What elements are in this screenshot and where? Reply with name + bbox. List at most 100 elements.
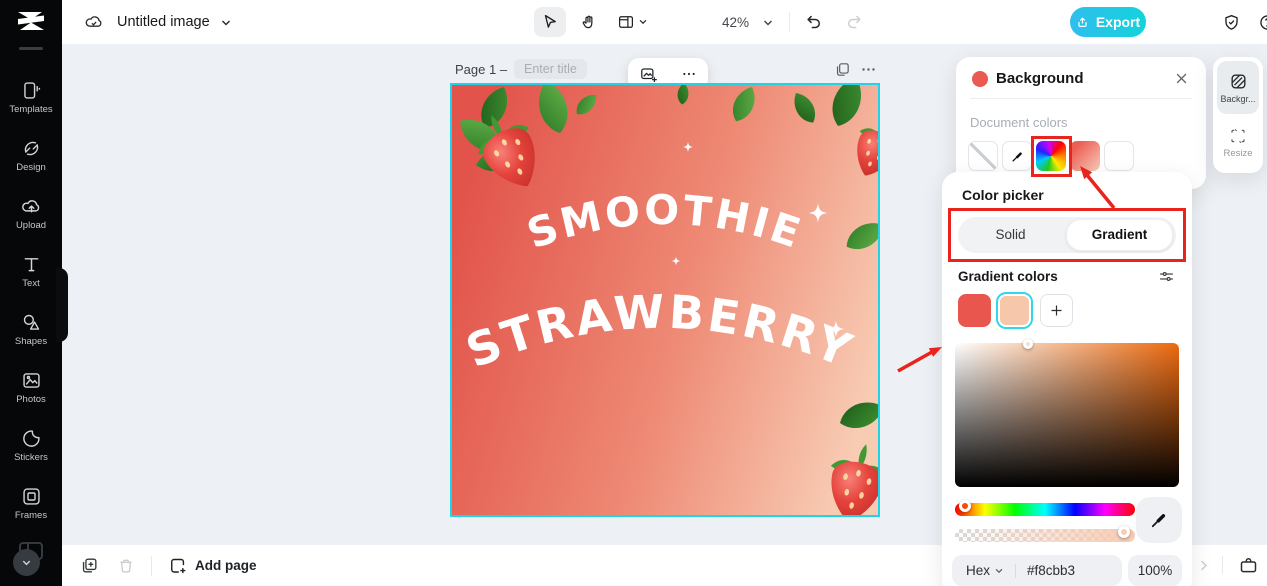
layout-grid-icon [618, 16, 633, 28]
swatch-eyedropper[interactable] [1002, 141, 1032, 171]
panel-divider [970, 98, 1192, 99]
close-icon[interactable] [1174, 71, 1189, 86]
current-color-dot [972, 71, 988, 87]
annotation-arrow-to-swatch [1080, 166, 1116, 210]
document-title[interactable]: Untitled image [117, 14, 210, 30]
title-chevron-down-icon[interactable] [220, 17, 232, 29]
add-page-icon[interactable] [168, 556, 188, 576]
sidebar-item-shapes[interactable]: Shapes [0, 312, 62, 347]
swatch-custom-color[interactable] [1036, 141, 1066, 171]
sidebar-collapse-handle[interactable] [56, 268, 68, 342]
templates-icon [23, 82, 40, 99]
hex-format-label[interactable]: Hex [966, 563, 990, 578]
canvas-page[interactable]: SMOOTHIE STRAWBERRY [450, 83, 880, 517]
eyedropper-icon [1012, 151, 1022, 161]
hue-slider[interactable] [955, 500, 1135, 516]
sidebar-scroll-hint [19, 47, 43, 50]
help-icon[interactable] [1258, 13, 1267, 32]
fill-type-tabs: Solid Gradient [958, 217, 1176, 253]
annotation-arrow-to-gradient-area [897, 347, 942, 373]
swatch-none[interactable] [968, 141, 998, 171]
more-options-icon[interactable] [681, 66, 697, 82]
hue-handle[interactable] [959, 500, 971, 512]
add-image-icon[interactable] [639, 65, 658, 84]
saturation-value-area[interactable] [955, 339, 1179, 487]
gradient-stop-2-selected[interactable] [996, 292, 1033, 329]
document-colors-label: Document colors [970, 115, 1068, 130]
design-icon [24, 141, 38, 156]
present-device-icon[interactable] [1238, 555, 1259, 576]
text-icon [24, 258, 38, 272]
color-picker-popup: Color picker Solid Gradient Gradient col… [942, 172, 1192, 586]
sidebar-item-templates[interactable]: Templates [0, 80, 62, 115]
shield-check-icon[interactable] [1222, 13, 1241, 32]
shapes-icon [23, 314, 39, 330]
upload-icon [21, 200, 39, 213]
duplicate-page-icon[interactable] [80, 556, 99, 575]
hand-tool-button[interactable] [573, 7, 605, 37]
cloud-sync-icon[interactable] [84, 12, 104, 32]
rail-item-background[interactable]: Backgr... [1217, 61, 1259, 114]
resize-icon [1231, 129, 1245, 144]
sidebar-item-photos[interactable]: Photos [0, 370, 62, 405]
sidebar-item-upload[interactable]: Upload [0, 196, 62, 231]
background-panel-title: Background [996, 70, 1084, 87]
delete-page-icon[interactable] [117, 557, 135, 575]
layout-tool-button[interactable] [611, 7, 653, 37]
gradient-settings-icon[interactable] [1158, 268, 1175, 285]
next-page-chevron-icon[interactable] [1196, 558, 1211, 573]
bottom-right-divider [1222, 556, 1223, 574]
app-window: Untitled image 42% Export Templates Desi… [0, 0, 1267, 586]
page-more-icon[interactable] [860, 61, 877, 78]
page-title-input[interactable]: Enter title [514, 59, 587, 79]
opacity-handle[interactable] [1118, 526, 1130, 538]
rail-item-resize[interactable]: Resize [1217, 118, 1259, 168]
undo-icon[interactable] [804, 12, 824, 32]
zoom-chevron-down-icon[interactable] [762, 17, 774, 29]
stickers-icon [22, 430, 40, 447]
sidebar-item-frames[interactable]: Frames [0, 486, 62, 521]
hand-icon [582, 15, 593, 29]
left-sidebar: Templates Design Upload Text Shapes Phot… [0, 0, 68, 586]
hex-chevron-down-icon[interactable] [994, 566, 1004, 576]
sidebar-item-design[interactable]: Design [0, 138, 62, 173]
copy-page-icon[interactable] [834, 61, 851, 78]
eyedropper-button[interactable] [1136, 497, 1182, 543]
opacity-slider[interactable] [955, 526, 1135, 542]
sidebar-scroll-down-button[interactable] [13, 549, 40, 576]
eyedropper-icon [1151, 514, 1166, 528]
color-picker-title: Color picker [962, 187, 1044, 203]
gradient-stop-1[interactable] [958, 294, 991, 327]
export-upload-icon [1078, 17, 1087, 27]
opacity-value-field[interactable]: 100% [1128, 555, 1182, 586]
sidebar-item-stickers[interactable]: Stickers [0, 428, 62, 463]
tab-gradient[interactable]: Gradient [1066, 219, 1173, 251]
saturation-cursor[interactable] [1023, 339, 1033, 349]
redo-icon[interactable] [844, 12, 864, 32]
plus-icon [1051, 305, 1062, 316]
opacity-gradient-overlay [955, 529, 1135, 542]
photos-icon [22, 373, 40, 388]
add-gradient-stop-button[interactable] [1040, 294, 1073, 327]
layout-chevron-down-icon [639, 19, 646, 25]
capcut-logo[interactable] [16, 9, 46, 33]
select-tool-button[interactable] [534, 7, 566, 37]
chevron-down-icon [22, 560, 31, 566]
cursor-pointer-icon [544, 14, 556, 28]
export-label: Export [1095, 14, 1141, 30]
frames-icon [22, 488, 40, 505]
right-rail: Backgr... Resize [1213, 57, 1263, 173]
hex-divider [1015, 563, 1017, 578]
artwork: SMOOTHIE STRAWBERRY [452, 85, 878, 515]
hex-value[interactable]: #f8cbb3 [1027, 563, 1075, 578]
hex-field[interactable]: Hex #f8cbb3 [952, 555, 1122, 586]
toolbar-divider [789, 12, 790, 32]
sidebar-item-text[interactable]: Text [0, 254, 62, 289]
zoom-level[interactable]: 42% [722, 15, 749, 30]
top-bar: Untitled image 42% Export [62, 0, 1267, 44]
page-label: Page 1 – [455, 62, 508, 77]
gradient-colors-label: Gradient colors [958, 269, 1058, 284]
tab-solid[interactable]: Solid [958, 220, 1063, 250]
add-page-button[interactable]: Add page [195, 558, 257, 573]
export-button[interactable]: Export [1070, 7, 1146, 37]
